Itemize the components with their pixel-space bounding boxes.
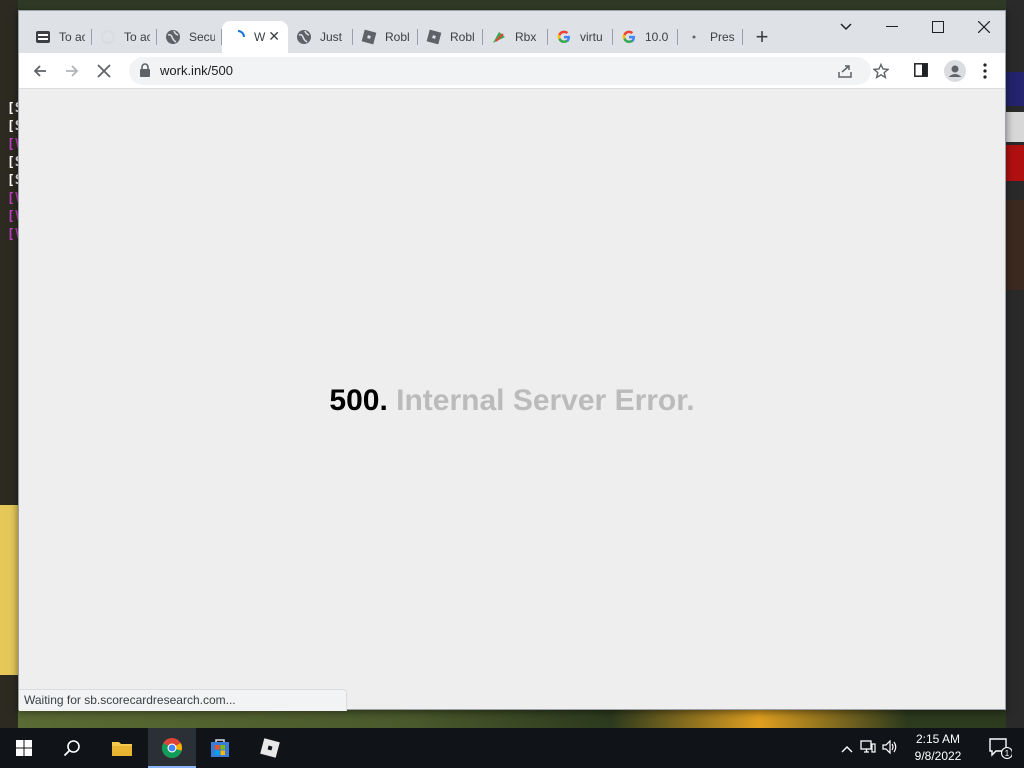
roblox-icon: [361, 29, 377, 45]
background-panel: [1006, 72, 1024, 106]
search-icon: [63, 740, 80, 757]
file-explorer-button[interactable]: [98, 728, 146, 768]
loading-icon: [230, 29, 246, 45]
background-panel: [1006, 200, 1024, 290]
profile-avatar-icon[interactable]: [944, 60, 966, 87]
tab[interactable]: To ac: [92, 21, 157, 53]
bookmark-star-icon[interactable]: [872, 62, 890, 84]
background-panel: [1006, 112, 1024, 142]
app-icon: [35, 29, 51, 45]
tab[interactable]: Pres: [678, 21, 743, 53]
tab[interactable]: Rbx: [483, 21, 548, 53]
browser-toolbar: work.ink/500: [19, 53, 1005, 89]
tab-search-button[interactable]: [823, 11, 869, 43]
forward-arrow-icon: [66, 65, 79, 77]
chrome-icon: [162, 738, 183, 759]
system-tray: [838, 728, 900, 768]
tab[interactable]: virtu: [548, 21, 613, 53]
back-arrow-icon: [33, 65, 46, 77]
tab[interactable]: Secu: [157, 21, 222, 53]
volume-icon[interactable]: [880, 739, 900, 757]
forward-button[interactable]: [58, 57, 86, 85]
error-message: 500. Internal Server Error.: [19, 384, 1005, 418]
notification-icon: 1: [989, 738, 1012, 759]
close-tab-icon[interactable]: ✕: [268, 28, 280, 45]
loading-icon: [686, 29, 702, 45]
taskbar: 2:15 AM 9/8/2022 1: [0, 728, 1024, 768]
new-tab-button[interactable]: +: [749, 24, 775, 50]
stop-button[interactable]: [90, 57, 118, 85]
maximize-icon: [932, 21, 944, 33]
action-center-button[interactable]: 1: [976, 728, 1024, 768]
store-icon: [211, 739, 229, 757]
google-icon: [621, 29, 637, 45]
minimize-button[interactable]: [869, 11, 915, 43]
share-icon[interactable]: [837, 63, 853, 84]
chevron-up-icon[interactable]: [838, 741, 856, 756]
notification-count: 1: [1005, 749, 1010, 758]
close-icon: [978, 21, 990, 33]
address-bar[interactable]: work.ink/500: [129, 57, 890, 85]
minimize-icon: [886, 26, 898, 27]
globe-icon: [165, 29, 181, 45]
background-panel: [1006, 145, 1024, 181]
clock-time: 2:15 AM: [915, 732, 961, 746]
globe-icon: [296, 29, 312, 45]
tab-title: Secu: [189, 30, 215, 44]
taskbar-clock[interactable]: 2:15 AM 9/8/2022: [902, 731, 974, 765]
background-terrain: [0, 505, 18, 675]
tab-title: 10.0: [645, 30, 669, 44]
tab-title: Rbx: [515, 30, 537, 44]
clock-date: 9/8/2022: [914, 749, 962, 763]
lock-icon: [139, 63, 151, 82]
tab-list: To ac To ac Secu W ✕ Just Robl Robl Rbx …: [27, 21, 743, 53]
google-icon: [556, 29, 572, 45]
network-icon[interactable]: [856, 739, 880, 757]
maximize-button[interactable]: [915, 11, 961, 43]
url-text[interactable]: work.ink/500: [160, 63, 233, 78]
tab[interactable]: Robl: [353, 21, 418, 53]
tab-active[interactable]: W ✕: [222, 21, 288, 53]
error-text: Internal Server Error.: [396, 384, 695, 417]
start-button[interactable]: [0, 728, 48, 768]
tab-title: Just: [320, 30, 343, 44]
tab-title: W: [254, 30, 266, 44]
close-window-button[interactable]: [961, 11, 1007, 43]
tab-title: To ac: [59, 30, 85, 44]
tab-strip: To ac To ac Secu W ✕ Just Robl Robl Rbx …: [19, 11, 1005, 53]
more-menu-icon[interactable]: [983, 63, 987, 84]
windows-logo-icon: [16, 740, 32, 756]
tab[interactable]: Just: [288, 21, 353, 53]
chrome-taskbar-button[interactable]: [148, 728, 196, 768]
stop-icon: [97, 64, 111, 78]
tab[interactable]: To ac: [27, 21, 92, 53]
tab-title: Robl: [450, 30, 475, 44]
tab[interactable]: 10.0: [613, 21, 678, 53]
tab-title: To ac: [124, 30, 150, 44]
background-right-strip: [1006, 0, 1024, 728]
tab-title: Pres: [710, 30, 735, 44]
tab[interactable]: Robl: [418, 21, 483, 53]
chevron-down-icon: [840, 23, 852, 31]
loading-icon: [100, 29, 116, 45]
error-code: 500.: [329, 384, 388, 417]
roblox-icon: [260, 738, 280, 758]
store-taskbar-button[interactable]: [196, 728, 244, 768]
tab-title: Robl: [385, 30, 410, 44]
back-button[interactable]: [26, 57, 54, 85]
side-panel-icon[interactable]: [914, 63, 928, 82]
rbx-icon: [491, 29, 507, 45]
background-ground: [18, 710, 1006, 728]
folder-icon: [112, 742, 132, 756]
search-button[interactable]: [48, 728, 96, 768]
roblox-taskbar-button[interactable]: [246, 728, 294, 768]
tab-title: virtu: [580, 30, 603, 44]
page-content: 500. Internal Server Error.: [19, 90, 1005, 709]
status-bar: Waiting for sb.scorecardresearch.com...: [19, 689, 347, 711]
roblox-icon: [426, 29, 442, 45]
browser-window: To ac To ac Secu W ✕ Just Robl Robl Rbx …: [18, 10, 1006, 711]
